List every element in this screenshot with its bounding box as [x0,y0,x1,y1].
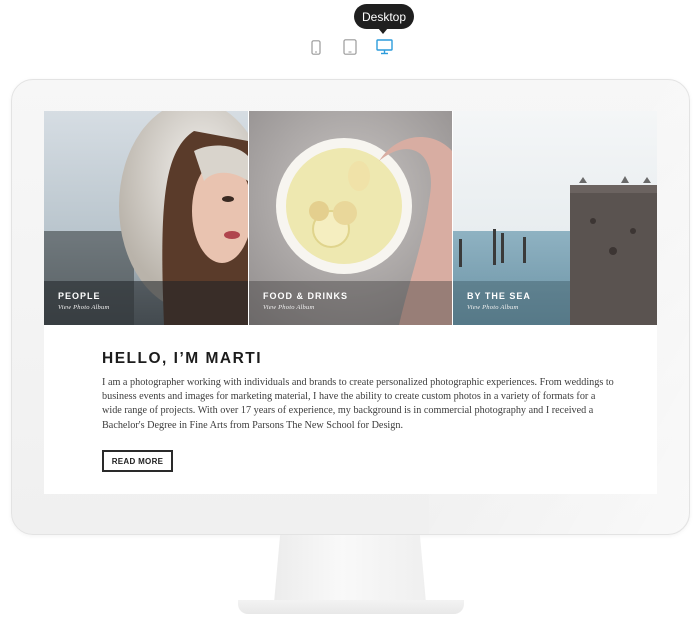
mobile-view-button[interactable] [308,37,324,57]
tablet-view-button[interactable] [340,37,360,57]
album-title-food-drinks: FOOD & DRINKS [263,291,348,301]
album-subtitle-by-the-sea: View Photo Album [467,304,519,311]
tooltip-arrow [378,28,388,34]
device-tooltip: Desktop [354,4,414,29]
album-subtitle-food-drinks: View Photo Album [263,304,315,311]
album-title-people: PEOPLE [58,291,101,301]
tablet-icon [343,39,357,55]
desktop-view-button[interactable] [373,37,395,57]
website-preview: PEOPLE View Photo Album FOOD & DRINKS Vi… [44,111,657,494]
desktop-icon [375,39,393,55]
album-tile-people[interactable]: PEOPLE View Photo Album [44,111,248,325]
about-heading: HELLO, I’M MARTI [102,350,263,367]
about-paragraph: I am a photographer working with individ… [102,377,614,431]
album-title-by-the-sea: BY THE SEA [467,291,531,301]
monitor-stand [274,535,426,603]
phone-icon [311,39,321,55]
album-subtitle-people: View Photo Album [58,304,110,311]
preview-stage: Desktop PEOPLE View Photo Album FOOD & D… [0,0,700,630]
monitor-stand-base [238,600,464,614]
album-tile-by-the-sea[interactable]: BY THE SEA View Photo Album [453,111,657,325]
read-more-button[interactable]: READ MORE [102,450,173,472]
album-tile-food-drinks[interactable]: FOOD & DRINKS View Photo Album [249,111,452,325]
